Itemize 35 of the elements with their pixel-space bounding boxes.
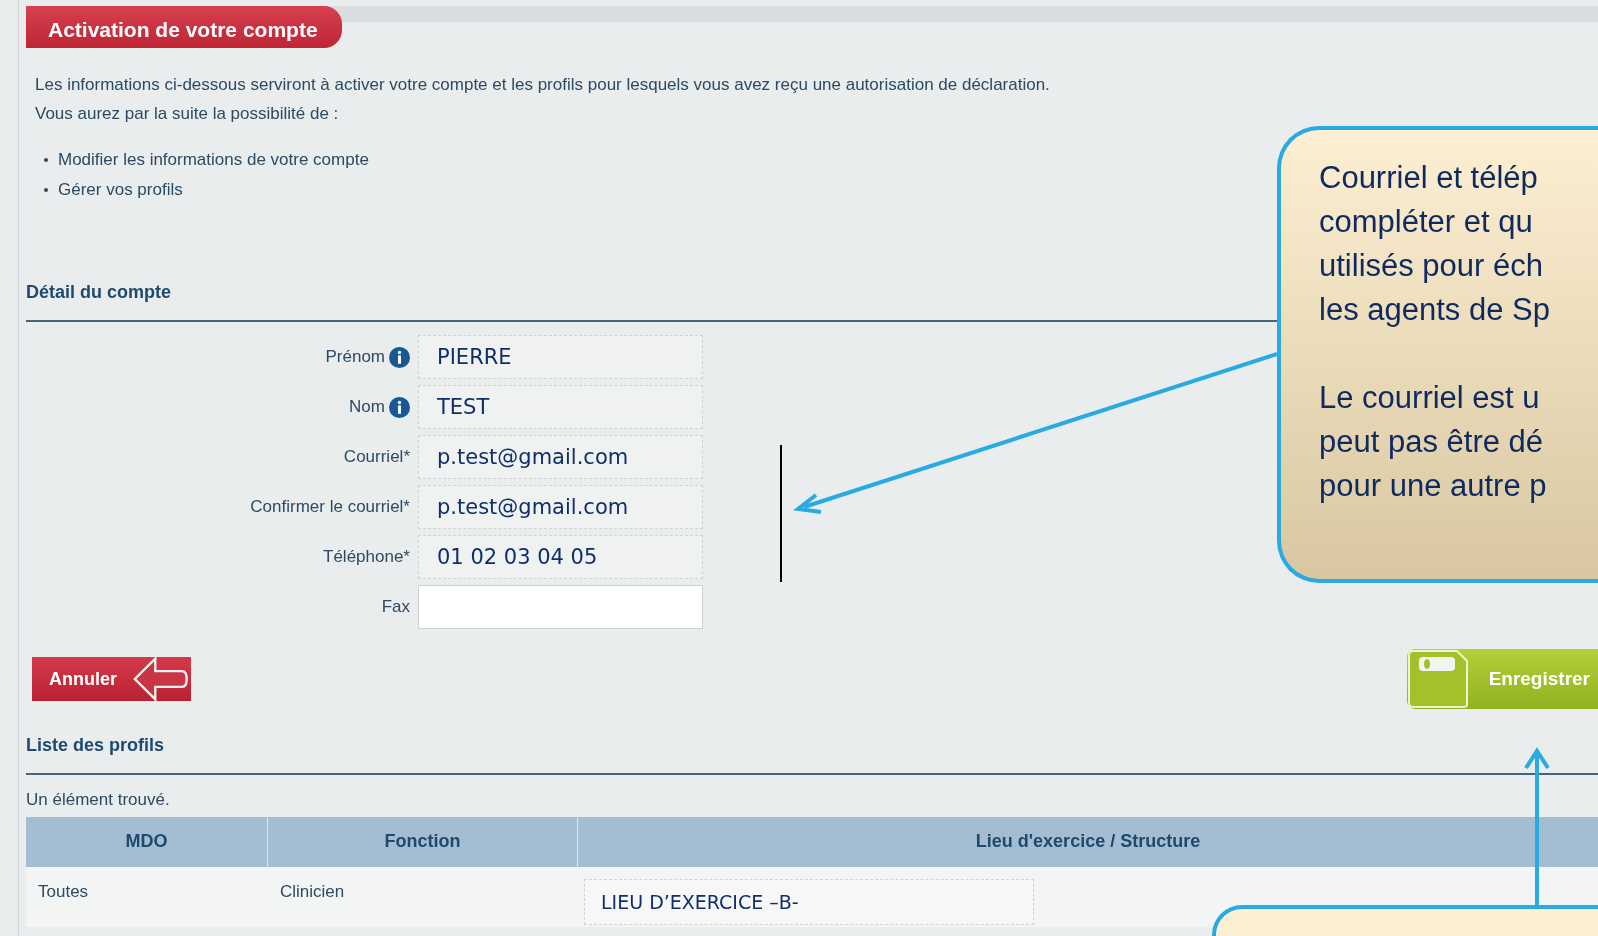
input-field[interactable]: p.test@gmail.com xyxy=(418,435,703,479)
bullet-text: Gérer vos profils xyxy=(58,179,183,201)
table-cell: LIEU D’EXERCICE –B- xyxy=(584,878,1034,925)
cancel-button[interactable]: Annuler xyxy=(32,657,191,701)
input-field[interactable]: p.test@gmail.com xyxy=(418,485,703,529)
callout-text: Courriel et télép compléter et qu utilisés pour éch les agents de Sp xyxy=(1319,159,1551,329)
intro-text: Les informations ci-dessous serviront à activer votre compte et les profils pour lesquels vous avez reçu une autorisation de déclaration. xyxy=(35,74,1051,96)
section-title: Détail du compte xyxy=(26,281,173,304)
input-field[interactable]: 01 02 03 04 05 xyxy=(418,535,703,579)
field-label: Nom xyxy=(349,396,385,419)
bullet-icon xyxy=(44,188,48,192)
bullet-text: Modifier les informations de votre compte xyxy=(58,149,369,171)
input-field[interactable]: PIERRE xyxy=(418,335,703,379)
floppy-icon xyxy=(1406,649,1469,709)
field-label: Téléphone* xyxy=(323,546,410,569)
result-count: Un élément trouvé. xyxy=(26,789,171,811)
column-header: Fonction xyxy=(268,816,578,867)
info-icon[interactable] xyxy=(389,396,410,418)
arrow-icon xyxy=(131,657,189,701)
column-header: MDO xyxy=(26,816,268,867)
field-label: Confirmer le courriel* xyxy=(250,496,410,519)
table-cell: Clinicien xyxy=(268,866,578,927)
field-label: Fax xyxy=(381,596,410,619)
intro-text: Vous aurez par la suite la possibilité de : xyxy=(35,103,340,125)
column-header: Lieu d'exercice / Structure xyxy=(578,816,1598,867)
table-cell: Toutes xyxy=(26,866,268,927)
field-label: Courriel* xyxy=(343,446,410,469)
bullet-icon xyxy=(44,158,48,162)
input-field[interactable]: TEST xyxy=(418,385,703,429)
callout-text: Le courriel est u peut pas être dé pour une autre p xyxy=(1319,379,1548,505)
info-icon[interactable] xyxy=(389,346,410,368)
page-title: Activation de votre compte xyxy=(26,6,342,48)
field-label: Prénom xyxy=(325,346,385,369)
section-title: Liste des profils xyxy=(26,734,166,757)
input-field[interactable] xyxy=(418,585,703,629)
